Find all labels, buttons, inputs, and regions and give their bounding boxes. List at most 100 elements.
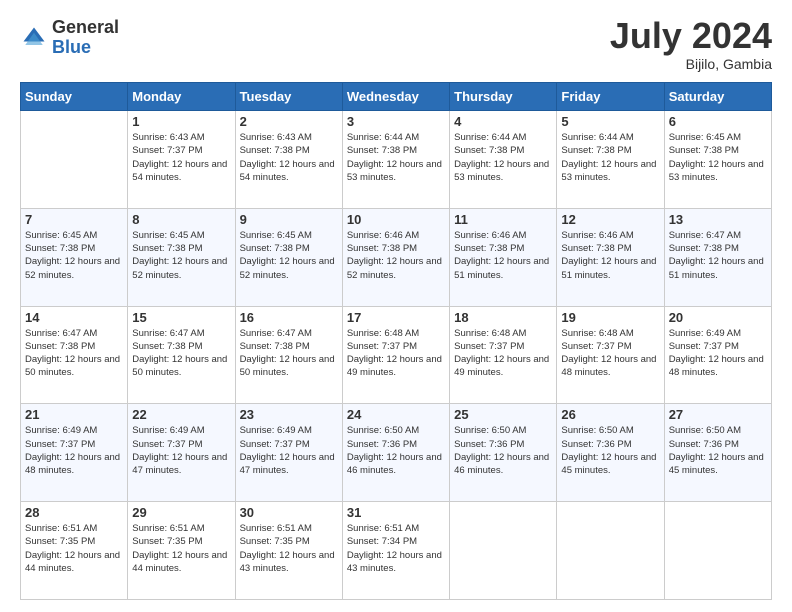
calendar-week-row: 28 Sunrise: 6:51 AMSunset: 7:35 PMDayligh… xyxy=(21,502,772,600)
day-info: Sunrise: 6:46 AMSunset: 7:38 PMDaylight:… xyxy=(561,229,659,282)
day-info: Sunrise: 6:47 AMSunset: 7:38 PMDaylight:… xyxy=(132,327,230,380)
main-title: July 2024 xyxy=(610,18,772,54)
day-number: 4 xyxy=(454,114,552,129)
day-info: Sunrise: 6:51 AMSunset: 7:34 PMDaylight:… xyxy=(347,522,445,575)
day-number: 6 xyxy=(669,114,767,129)
table-row: 23Sunrise: 6:49 AMSunset: 7:37 PMDayligh… xyxy=(235,404,342,502)
calendar-table: Sunday Monday Tuesday Wednesday Thursday… xyxy=(20,82,772,600)
col-saturday: Saturday xyxy=(664,83,771,111)
day-info: Sunrise: 6:44 AMSunset: 7:38 PMDaylight:… xyxy=(561,131,659,184)
table-row: 8 Sunrise: 6:45 AMSunset: 7:38 PMDaylight… xyxy=(128,208,235,306)
logo-blue-text: Blue xyxy=(52,38,119,58)
day-info: Sunrise: 6:50 AMSunset: 7:36 PMDaylight:… xyxy=(669,424,767,477)
day-number: 13 xyxy=(669,212,767,227)
day-info: Sunrise: 6:47 AMSunset: 7:38 PMDaylight:… xyxy=(669,229,767,282)
table-row xyxy=(664,502,771,600)
day-number: 1 xyxy=(132,114,230,129)
table-row: 1 Sunrise: 6:43 AMSunset: 7:37 PMDaylight… xyxy=(128,111,235,209)
page-header: General Blue July 2024 Bijilo, Gambia xyxy=(20,18,772,72)
day-number: 14 xyxy=(25,310,123,325)
table-row xyxy=(450,502,557,600)
table-row: 13 Sunrise: 6:47 AMSunset: 7:38 PMDayligh… xyxy=(664,208,771,306)
day-info: Sunrise: 6:45 AMSunset: 7:38 PMDaylight:… xyxy=(240,229,338,282)
day-info: Sunrise: 6:48 AMSunset: 7:37 PMDaylight:… xyxy=(347,327,445,380)
table-row: 21 Sunrise: 6:49 AMSunset: 7:37 PMDayligh… xyxy=(21,404,128,502)
day-info: Sunrise: 6:48 AMSunset: 7:37 PMDaylight:… xyxy=(561,327,659,380)
table-row: 30 Sunrise: 6:51 AMSunset: 7:35 PMDayligh… xyxy=(235,502,342,600)
logo-icon xyxy=(20,24,48,52)
table-row: 9 Sunrise: 6:45 AMSunset: 7:38 PMDaylight… xyxy=(235,208,342,306)
day-info: Sunrise: 6:44 AMSunset: 7:38 PMDaylight:… xyxy=(347,131,445,184)
day-number: 9 xyxy=(240,212,338,227)
day-number: 29 xyxy=(132,505,230,520)
day-number: 16 xyxy=(240,310,338,325)
calendar-header-row: Sunday Monday Tuesday Wednesday Thursday… xyxy=(21,83,772,111)
day-info: Sunrise: 6:45 AMSunset: 7:38 PMDaylight:… xyxy=(132,229,230,282)
day-info: Sunrise: 6:45 AMSunset: 7:38 PMDaylight:… xyxy=(25,229,123,282)
day-info: Sunrise: 6:51 AMSunset: 7:35 PMDaylight:… xyxy=(132,522,230,575)
subtitle: Bijilo, Gambia xyxy=(610,56,772,72)
table-row: 19 Sunrise: 6:48 AMSunset: 7:37 PMDayligh… xyxy=(557,306,664,404)
day-number: 25 xyxy=(454,407,552,422)
table-row: 31 Sunrise: 6:51 AMSunset: 7:34 PMDayligh… xyxy=(342,502,449,600)
table-row: 11 Sunrise: 6:46 AMSunset: 7:38 PMDayligh… xyxy=(450,208,557,306)
day-info: Sunrise: 6:47 AMSunset: 7:38 PMDaylight:… xyxy=(25,327,123,380)
day-info: Sunrise: 6:51 AMSunset: 7:35 PMDaylight:… xyxy=(240,522,338,575)
col-friday: Friday xyxy=(557,83,664,111)
table-row xyxy=(21,111,128,209)
table-row: 3 Sunrise: 6:44 AMSunset: 7:38 PMDaylight… xyxy=(342,111,449,209)
day-info: Sunrise: 6:50 AMSunset: 7:36 PMDaylight:… xyxy=(561,424,659,477)
calendar-page: General Blue July 2024 Bijilo, Gambia Su… xyxy=(0,0,792,612)
table-row: 26 Sunrise: 6:50 AMSunset: 7:36 PMDayligh… xyxy=(557,404,664,502)
day-info: Sunrise: 6:43 AMSunset: 7:37 PMDaylight:… xyxy=(132,131,230,184)
day-number: 11 xyxy=(454,212,552,227)
day-number: 17 xyxy=(347,310,445,325)
day-number: 19 xyxy=(561,310,659,325)
logo-general-text: General xyxy=(52,18,119,38)
table-row: 5 Sunrise: 6:44 AMSunset: 7:38 PMDaylight… xyxy=(557,111,664,209)
logo-text: General Blue xyxy=(52,18,119,58)
day-info: Sunrise: 6:46 AMSunset: 7:38 PMDaylight:… xyxy=(454,229,552,282)
day-number: 21 xyxy=(25,407,123,422)
calendar-week-row: 14 Sunrise: 6:47 AMSunset: 7:38 PMDayligh… xyxy=(21,306,772,404)
logo: General Blue xyxy=(20,18,119,58)
col-thursday: Thursday xyxy=(450,83,557,111)
col-wednesday: Wednesday xyxy=(342,83,449,111)
table-row: 15Sunrise: 6:47 AMSunset: 7:38 PMDayligh… xyxy=(128,306,235,404)
day-number: 28 xyxy=(25,505,123,520)
day-info: Sunrise: 6:46 AMSunset: 7:38 PMDaylight:… xyxy=(347,229,445,282)
table-row: 28 Sunrise: 6:51 AMSunset: 7:35 PMDayligh… xyxy=(21,502,128,600)
calendar-week-row: 21 Sunrise: 6:49 AMSunset: 7:37 PMDayligh… xyxy=(21,404,772,502)
day-number: 31 xyxy=(347,505,445,520)
table-row: 27Sunrise: 6:50 AMSunset: 7:36 PMDayligh… xyxy=(664,404,771,502)
table-row: 20Sunrise: 6:49 AMSunset: 7:37 PMDayligh… xyxy=(664,306,771,404)
day-info: Sunrise: 6:48 AMSunset: 7:37 PMDaylight:… xyxy=(454,327,552,380)
day-info: Sunrise: 6:49 AMSunset: 7:37 PMDaylight:… xyxy=(25,424,123,477)
day-info: Sunrise: 6:47 AMSunset: 7:38 PMDaylight:… xyxy=(240,327,338,380)
table-row xyxy=(557,502,664,600)
day-info: Sunrise: 6:44 AMSunset: 7:38 PMDaylight:… xyxy=(454,131,552,184)
day-info: Sunrise: 6:43 AMSunset: 7:38 PMDaylight:… xyxy=(240,131,338,184)
day-number: 3 xyxy=(347,114,445,129)
day-number: 8 xyxy=(132,212,230,227)
day-info: Sunrise: 6:45 AMSunset: 7:38 PMDaylight:… xyxy=(669,131,767,184)
table-row: 6 Sunrise: 6:45 AMSunset: 7:38 PMDaylight… xyxy=(664,111,771,209)
calendar-week-row: 1 Sunrise: 6:43 AMSunset: 7:37 PMDaylight… xyxy=(21,111,772,209)
day-info: Sunrise: 6:49 AMSunset: 7:37 PMDaylight:… xyxy=(240,424,338,477)
table-row: 22 Sunrise: 6:49 AMSunset: 7:37 PMDayligh… xyxy=(128,404,235,502)
day-number: 5 xyxy=(561,114,659,129)
day-number: 22 xyxy=(132,407,230,422)
table-row: 16 Sunrise: 6:47 AMSunset: 7:38 PMDayligh… xyxy=(235,306,342,404)
day-number: 2 xyxy=(240,114,338,129)
day-number: 10 xyxy=(347,212,445,227)
day-number: 30 xyxy=(240,505,338,520)
day-number: 24 xyxy=(347,407,445,422)
day-info: Sunrise: 6:49 AMSunset: 7:37 PMDaylight:… xyxy=(669,327,767,380)
day-number: 26 xyxy=(561,407,659,422)
day-info: Sunrise: 6:51 AMSunset: 7:35 PMDaylight:… xyxy=(25,522,123,575)
day-info: Sunrise: 6:49 AMSunset: 7:37 PMDaylight:… xyxy=(132,424,230,477)
table-row: 2 Sunrise: 6:43 AMSunset: 7:38 PMDaylight… xyxy=(235,111,342,209)
table-row: 18Sunrise: 6:48 AMSunset: 7:37 PMDayligh… xyxy=(450,306,557,404)
table-row: 25Sunrise: 6:50 AMSunset: 7:36 PMDayligh… xyxy=(450,404,557,502)
table-row: 12Sunrise: 6:46 AMSunset: 7:38 PMDayligh… xyxy=(557,208,664,306)
